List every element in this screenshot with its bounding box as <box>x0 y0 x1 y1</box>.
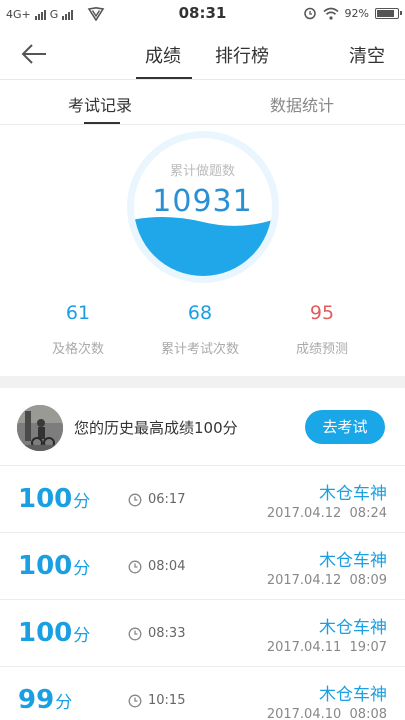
arrow-left-icon[interactable] <box>20 42 48 66</box>
score-value: 100 <box>18 551 73 581</box>
duration-value: 06:17 <box>148 492 186 507</box>
status-bar: 4G+ G 08:31 92% <box>0 0 405 28</box>
record-username: 木仓车神 <box>319 551 387 571</box>
stat-passed-count: 61 及格次数 <box>18 302 138 357</box>
status-right: 92% <box>303 6 402 20</box>
score-value: 100 <box>18 618 73 648</box>
score-unit: 分 <box>73 559 91 579</box>
take-exam-button[interactable]: 去考试 <box>305 410 385 444</box>
record-score: 100分 <box>18 618 90 648</box>
clock-icon <box>128 493 142 506</box>
best-score-row: 您的历史最高成绩100分 去考试 <box>0 388 405 466</box>
clear-button[interactable]: 清空 <box>349 42 385 68</box>
stat-label: 成绩预测 <box>295 342 348 357</box>
record-username: 木仓车神 <box>319 484 387 504</box>
record-duration: 08:33 <box>128 626 185 641</box>
record-date: 2017.04.12 08:24 <box>266 506 387 521</box>
stat-value: 68 <box>187 302 213 324</box>
record-score: 99分 <box>18 685 72 715</box>
wifi-icon <box>323 7 339 20</box>
record-duration: 10:15 <box>128 693 185 708</box>
duration-value: 08:04 <box>148 559 186 574</box>
summary-panel: 累计做题数 10931 61 及格次数 68 累计考试次数 95 成绩预测 <box>0 126 405 376</box>
record-date: 2017.04.11 19:07 <box>266 640 387 655</box>
active-subtab-indicator <box>84 122 120 124</box>
battery-percent: 92% <box>344 6 369 20</box>
tab-exam-records[interactable]: 考试记录 <box>68 92 132 116</box>
record-score: 100分 <box>18 484 90 514</box>
record-duration: 08:04 <box>128 559 185 574</box>
record-username: 木仓车神 <box>319 618 387 638</box>
top-nav: 成绩 排行榜 清空 <box>0 28 405 80</box>
sub-tabs: 考试记录 数据统计 <box>0 80 405 125</box>
score-value: 99 <box>18 685 55 715</box>
duration-value: 08:33 <box>148 626 186 641</box>
record-date: 2017.04.12 08:09 <box>266 573 387 588</box>
clock-icon <box>128 694 142 707</box>
stat-score-prediction: 95 成绩预测 <box>262 302 382 357</box>
stat-total-exams: 68 累计考试次数 <box>140 302 260 357</box>
list-item[interactable]: 100分 08:33 木仓车神 2017.04.11 19:07 <box>0 600 405 667</box>
record-duration: 06:17 <box>128 492 185 507</box>
list-item[interactable]: 99分 10:15 木仓车神 2017.04.10 08:08 <box>0 667 405 720</box>
ring-label: 累计做题数 <box>169 164 235 179</box>
score-value: 100 <box>18 484 73 514</box>
stat-value: 95 <box>309 302 335 324</box>
battery-icon <box>375 7 402 19</box>
clock-icon <box>128 627 142 640</box>
record-score: 100分 <box>18 551 90 581</box>
list-item[interactable]: 100分 08:04 木仓车神 2017.04.12 08:09 <box>0 533 405 600</box>
tab-scores[interactable]: 成绩 <box>145 42 181 68</box>
stat-label: 累计考试次数 <box>160 342 239 357</box>
stat-label: 及格次数 <box>51 342 104 357</box>
clock-icon <box>128 560 142 573</box>
score-unit: 分 <box>55 693 73 713</box>
avatar[interactable] <box>17 405 63 451</box>
alarm-icon <box>303 7 316 20</box>
score-unit: 分 <box>73 626 91 646</box>
stat-value: 61 <box>65 302 91 324</box>
exam-record-list: 100分 06:17 木仓车神 2017.04.12 08:24 100分 08… <box>0 466 405 720</box>
record-date: 2017.04.10 08:08 <box>266 707 387 720</box>
tab-data-statistics[interactable]: 数据统计 <box>270 92 334 116</box>
tab-ranking[interactable]: 排行榜 <box>215 42 269 68</box>
score-unit: 分 <box>73 492 91 512</box>
section-divider <box>0 376 405 388</box>
duration-value: 10:15 <box>148 693 186 708</box>
active-tab-indicator <box>136 77 192 79</box>
ring-value: 10931 <box>152 184 253 219</box>
record-username: 木仓车神 <box>319 685 387 705</box>
list-item[interactable]: 100分 06:17 木仓车神 2017.04.12 08:24 <box>0 466 405 533</box>
best-score-text: 您的历史最高成绩100分 <box>74 419 238 437</box>
